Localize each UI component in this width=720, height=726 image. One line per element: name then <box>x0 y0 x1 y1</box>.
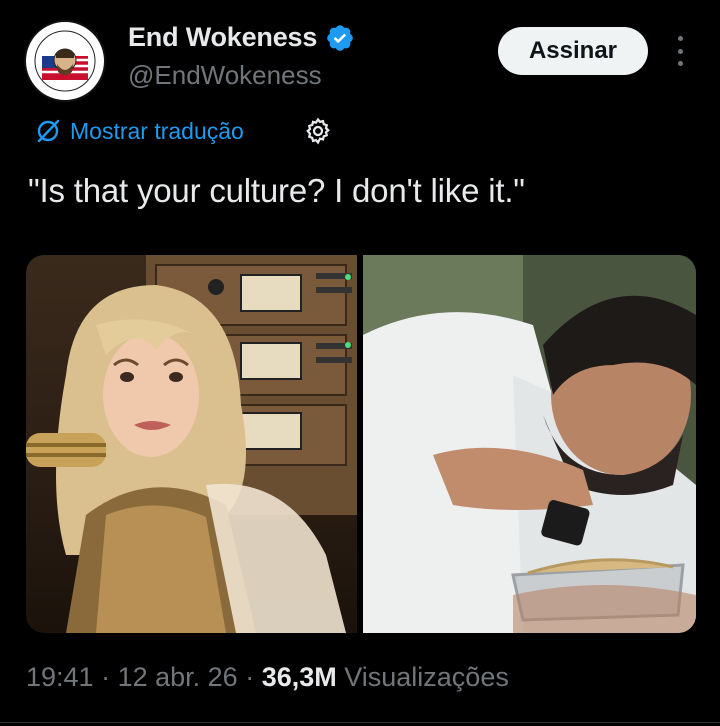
show-translation-link[interactable]: Mostrar tradução <box>34 117 244 145</box>
more-vertical-icon[interactable] <box>672 36 688 66</box>
tweet-meta: 19:41 · 12 abr. 26 · 36,3M Visualizações <box>26 662 509 693</box>
divider <box>0 722 720 723</box>
translate-slash-icon <box>37 119 60 143</box>
gear-icon[interactable] <box>303 116 333 146</box>
views-count: 36,3M <box>261 662 337 692</box>
author-display-name[interactable]: End Wokeness <box>128 22 317 53</box>
tweet-date[interactable]: 12 abr. 26 <box>118 662 238 692</box>
media-image-right[interactable] <box>363 255 696 633</box>
media-image-left[interactable] <box>26 255 357 633</box>
meta-separator: · <box>93 662 118 692</box>
meta-separator: · <box>237 662 262 692</box>
man-eating-photo <box>363 255 696 633</box>
author-name-row: End Wokeness <box>128 22 355 53</box>
subscribe-button[interactable]: Assinar <box>498 27 648 75</box>
views-label: Visualizações <box>336 662 509 692</box>
tweet-media[interactable] <box>26 255 696 633</box>
author-avatar[interactable] <box>24 20 106 102</box>
tweet-time[interactable]: 19:41 <box>26 662 94 692</box>
tweet-text: "Is that your culture? I don't like it." <box>28 172 525 209</box>
author-handle[interactable]: @EndWokeness <box>128 60 322 91</box>
singer-photo <box>26 255 357 633</box>
avatar-logo <box>28 24 102 98</box>
show-translation-label: Mostrar tradução <box>70 117 244 144</box>
verified-badge-icon[interactable] <box>325 23 355 53</box>
